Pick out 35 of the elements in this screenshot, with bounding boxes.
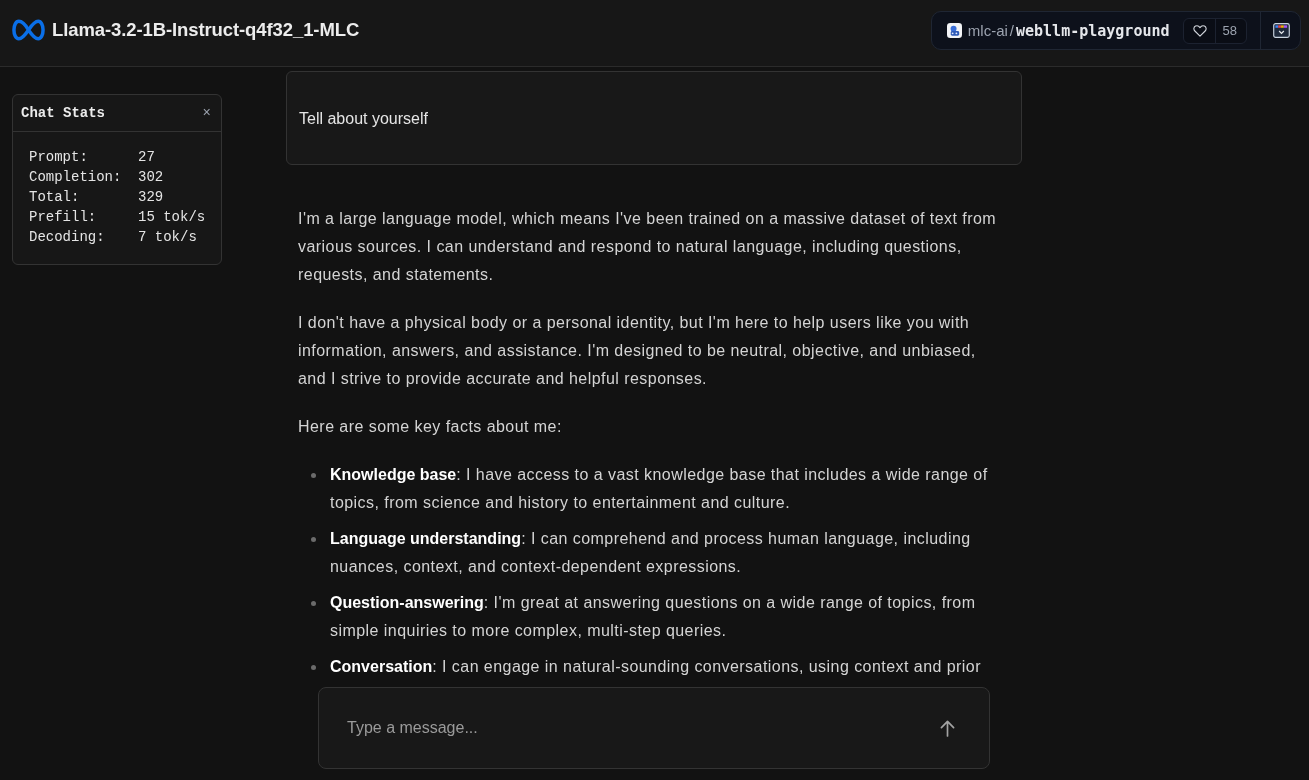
list-item-text: Conversation: I can engage in natural-sounding conversations, using context and prior xyxy=(330,657,981,677)
message-input[interactable]: Type a message... xyxy=(347,715,940,741)
send-button[interactable] xyxy=(940,719,955,737)
panel-title: Chat Stats xyxy=(21,105,105,121)
stat-label: Decoding: xyxy=(29,228,106,247)
response-paragraph: I don't have a physical body or a personal identity, but I'm here to help users like you with information, answers, and assistance. I'm designed to be neutral, objective, and unbiased, and I strive to provide accurate and helpful responses. xyxy=(298,313,977,389)
message-field[interactable]: Type a message... xyxy=(318,687,990,769)
heart-icon xyxy=(1192,24,1207,37)
list-item-text: Question-answering: I'm great at answering questions on a wide range of topics, from simple inquiries to more complex, multi-step queries. xyxy=(330,593,977,641)
list-item-text: Language understanding: I can comprehend and process human language, including nuances, context, and context-dependent expressions. xyxy=(330,529,972,577)
stat-label: Prompt: xyxy=(29,148,89,167)
model-title: Llama-3.2-1B-Instruct-q4f32_1-MLC xyxy=(52,19,360,41)
window-chevron-icon[interactable] xyxy=(1273,23,1290,38)
list-item-text: Knowledge base: I have access to a vast knowledge base that includes a wide range of topics, from science and history to entertainment and culture. xyxy=(330,465,989,513)
stat-label: Completion: xyxy=(29,168,123,187)
bullet-icon xyxy=(311,537,316,542)
response-paragraph: I'm a large language model, which means I've been trained on a massive dataset of text from various sources. I can understand and respond to natural language, including questions, requests, and statements. xyxy=(298,209,998,285)
stat-value: 27 xyxy=(138,148,156,167)
bullet-icon xyxy=(311,665,316,670)
user-message-text: Tell about yourself xyxy=(299,109,428,128)
bullet-icon xyxy=(311,473,316,478)
stat-value: 7 tok/s xyxy=(138,228,198,247)
bullet-icon xyxy=(311,601,316,606)
like-button[interactable]: 58 xyxy=(1182,17,1247,44)
org-avatar-icon xyxy=(946,23,962,38)
stat-value: 15 tok/s xyxy=(138,208,207,227)
stat-value: 329 xyxy=(138,188,165,207)
stat-label: Total: xyxy=(29,188,81,207)
stat-value: 302 xyxy=(138,168,165,187)
close-button[interactable]: × xyxy=(200,105,213,121)
infinity-logo-icon xyxy=(12,19,45,41)
response-paragraph: Here are some key facts about me: xyxy=(298,417,563,437)
stat-label: Prefill: xyxy=(29,208,98,227)
arrow-up-icon xyxy=(940,719,955,737)
space-link[interactable]: mlc-ai/webllm-playground xyxy=(967,21,1170,40)
